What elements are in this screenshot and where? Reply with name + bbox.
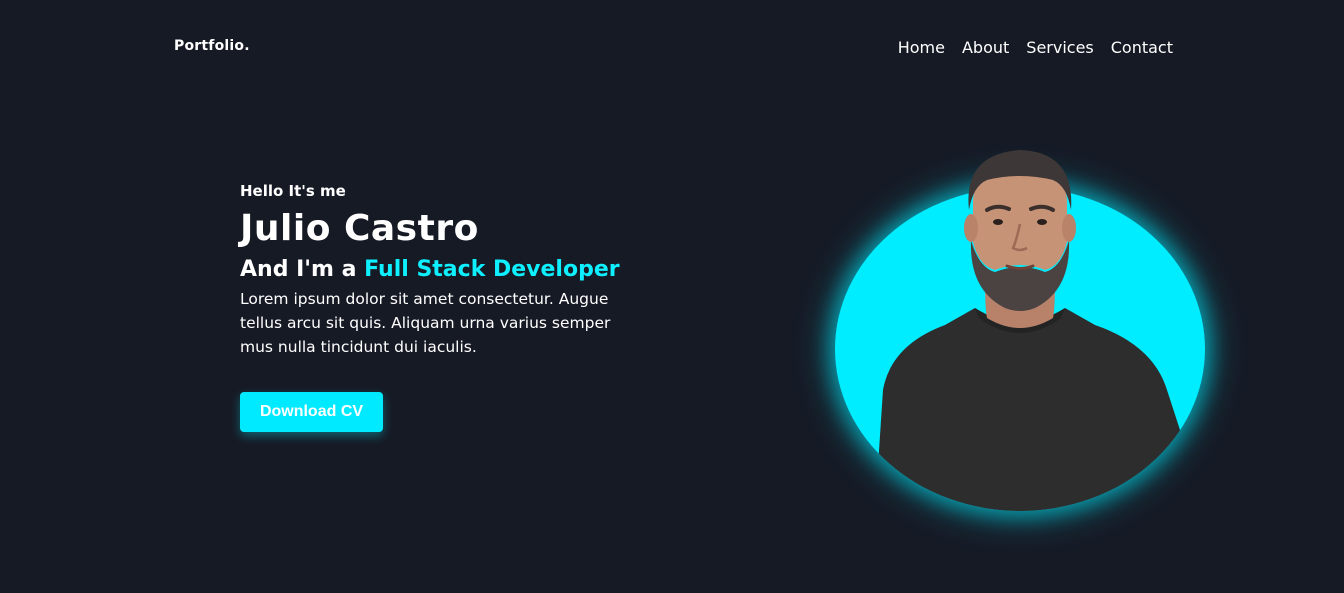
hero-greeting: Hello It's me <box>240 182 346 200</box>
hero-role-prefix: And I'm a <box>240 257 365 282</box>
hero-description: Lorem ipsum dolor sit amet consectetur. … <box>240 290 611 356</box>
download-cv-button[interactable]: Download CV <box>240 392 383 432</box>
hero-portrait <box>835 140 1205 512</box>
nav-home[interactable]: Home <box>898 38 945 58</box>
hero-name: Julio Castro <box>240 208 479 249</box>
nav-services[interactable]: Services <box>1026 38 1093 58</box>
nav-contact[interactable]: Contact <box>1111 38 1173 58</box>
hero-role: And I'm a Full Stack Developer <box>240 255 620 285</box>
site-header: Portfolio. Home About Services Contact <box>0 0 1344 96</box>
hero-intro: Hello It's me Julio Castro And I'm a Ful… <box>240 180 620 359</box>
nav-about[interactable]: About <box>962 38 1009 58</box>
hero-role-highlight: Full Stack Developer <box>364 257 620 282</box>
site-logo[interactable]: Portfolio. <box>174 38 250 54</box>
main-nav: Home About Services Contact <box>898 38 1173 58</box>
portrait-illustration <box>875 150 1180 511</box>
